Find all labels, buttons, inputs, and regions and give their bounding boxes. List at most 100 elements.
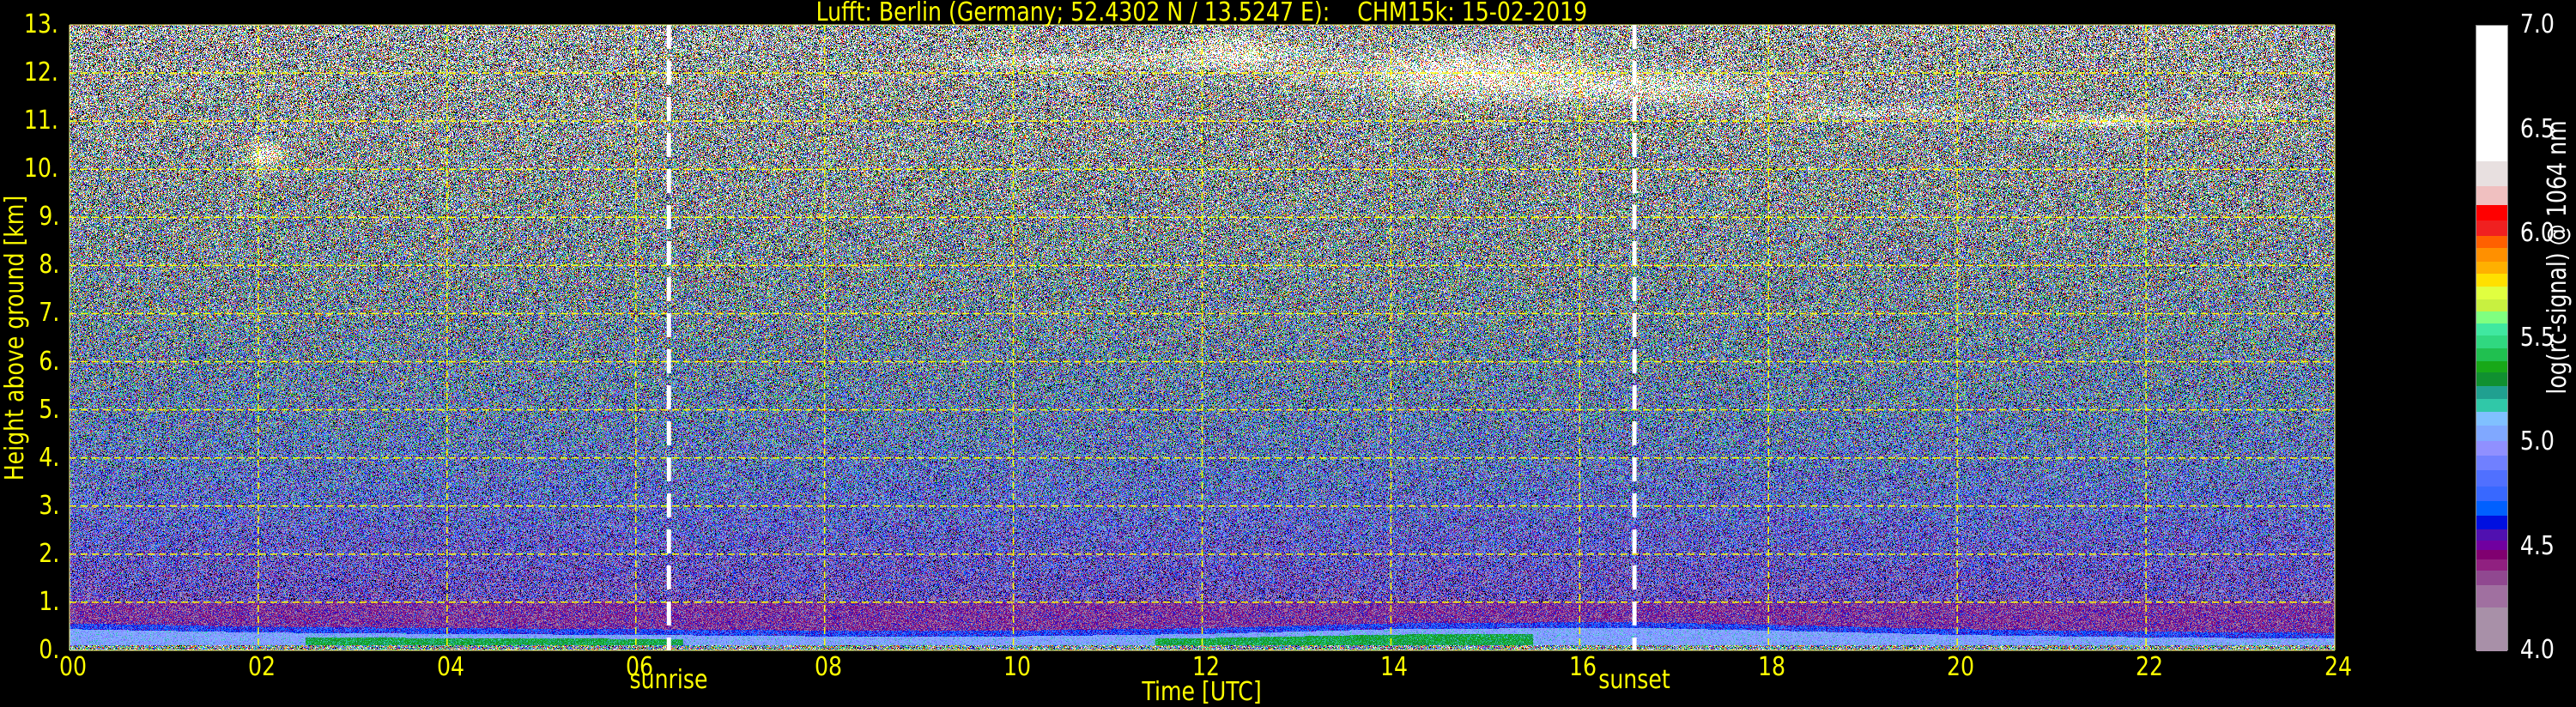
colorbar-segment bbox=[2476, 384, 2507, 399]
y-tick-label-text: 4. bbox=[39, 442, 60, 473]
y-tick-label: 11. bbox=[2, 108, 62, 134]
annotation-sunset: sunset bbox=[1591, 668, 1677, 693]
y-tick-label-text: 5. bbox=[39, 394, 60, 425]
y-tick-label-text: 6. bbox=[39, 346, 60, 377]
y-tick-label: 10. bbox=[2, 156, 62, 182]
colorbar-tick-label: 7.0 bbox=[2517, 12, 2558, 38]
colorbar-tick-label-text: 4.5 bbox=[2519, 530, 2555, 561]
colorbar-segment bbox=[2476, 271, 2507, 287]
colorbar-segment bbox=[2476, 568, 2507, 585]
colorbar-tick-label-text: 4.0 bbox=[2519, 635, 2555, 665]
colorbar-label-text: log(rc-signal) @ 1064 nm bbox=[2543, 120, 2573, 395]
x-tick-label-text: 02 bbox=[247, 652, 276, 682]
colorbar-segment bbox=[2476, 499, 2507, 516]
y-tick-label: 2. bbox=[2, 541, 62, 567]
colorbar-segment bbox=[2476, 484, 2507, 501]
y-tick-label: 0. bbox=[2, 638, 62, 663]
colorbar-tick-label: 4.0 bbox=[2517, 638, 2558, 663]
colorbar-segment bbox=[2476, 513, 2507, 530]
annotation-sunrise: sunrise bbox=[622, 668, 715, 693]
colorbar-tick-label: 5.5 bbox=[2517, 322, 2558, 353]
colorbar bbox=[2476, 25, 2508, 652]
x-tick-label: 12 bbox=[1189, 655, 1221, 680]
x-tick-label-text: 18 bbox=[1758, 652, 1786, 682]
colorbar-segment bbox=[2476, 605, 2507, 652]
y-tick-label: 8. bbox=[2, 252, 62, 278]
y-tick-label-text: 13. bbox=[24, 9, 59, 39]
x-axis-label: Time [UTC] bbox=[1130, 680, 1273, 705]
x-tick-label-text: 00 bbox=[58, 652, 88, 682]
colorbar-tick-label-text: 5.5 bbox=[2519, 322, 2555, 353]
colorbar-segment bbox=[2476, 26, 2507, 161]
x-tick-label: 10 bbox=[1000, 655, 1033, 680]
plot-overlay bbox=[69, 24, 2336, 651]
colorbar-segment bbox=[2476, 453, 2507, 471]
y-tick-label-text: 7. bbox=[39, 298, 60, 329]
x-tick-label-text: 12 bbox=[1191, 652, 1220, 682]
y-tick-label: 12. bbox=[2, 60, 62, 86]
colorbar-segment bbox=[2476, 346, 2507, 361]
colorbar-tick-label-text: 6.5 bbox=[2519, 113, 2555, 144]
y-tick-label-text: 8. bbox=[39, 250, 60, 281]
x-tick-label: 24 bbox=[2322, 655, 2355, 680]
y-tick-label-text: 2. bbox=[39, 538, 60, 569]
colorbar-segment bbox=[2476, 359, 2507, 373]
y-tick-label-text: 3. bbox=[39, 490, 60, 521]
x-tick-label-text: 22 bbox=[2136, 652, 2164, 682]
colorbar-segment bbox=[2476, 396, 2507, 413]
y-tick-label-text: 10. bbox=[24, 154, 59, 184]
y-axis-label-text: Height above ground [km] bbox=[0, 195, 30, 481]
y-tick-label-text: 0. bbox=[39, 635, 60, 665]
x-tick-label: 20 bbox=[1944, 655, 1977, 680]
colorbar-segment bbox=[2476, 371, 2507, 386]
y-tick-label: 3. bbox=[2, 490, 62, 521]
x-tick-label-text: 10 bbox=[1003, 652, 1031, 682]
chart-title: Lufft: Berlin (Germany; 52.4302 N / 13.5… bbox=[0, 0, 2403, 26]
x-tick-label-text: 04 bbox=[436, 652, 464, 682]
colorbar-segment bbox=[2476, 285, 2507, 300]
x-tick-label: 18 bbox=[1755, 655, 1788, 680]
colorbar-segment bbox=[2476, 468, 2507, 486]
colorbar-segment bbox=[2476, 202, 2507, 221]
colorbar-segment bbox=[2476, 219, 2507, 236]
y-tick-label: 7. bbox=[2, 300, 62, 326]
colorbar-tick-label-text: 6.0 bbox=[2519, 218, 2555, 248]
colorbar-segment bbox=[2476, 322, 2507, 336]
x-tick-label-text: 24 bbox=[2324, 652, 2353, 682]
x-axis-label-text: Time [UTC] bbox=[1142, 677, 1262, 707]
colorbar-segment bbox=[2476, 233, 2507, 249]
colorbar-segment bbox=[2476, 527, 2507, 541]
colorbar-segment bbox=[2476, 333, 2507, 348]
y-tick-label-text: 12. bbox=[24, 57, 59, 88]
x-tick-label-text: 14 bbox=[1380, 652, 1409, 682]
colorbar-segment bbox=[2476, 423, 2507, 441]
colorbar-segment bbox=[2476, 297, 2507, 311]
chart-title-text: Lufft: Berlin (Germany; 52.4302 N / 13.5… bbox=[815, 0, 1588, 27]
y-tick-label: 6. bbox=[2, 346, 62, 377]
y-tick-label: 1. bbox=[2, 589, 62, 615]
colorbar-tick-label-text: 5.0 bbox=[2519, 426, 2555, 456]
x-tick-label-text: 08 bbox=[814, 652, 842, 682]
colorbar-tick-label: 5.0 bbox=[2517, 429, 2558, 455]
x-tick-label: 04 bbox=[434, 655, 467, 680]
colorbar-segment bbox=[2476, 246, 2507, 262]
colorbar-segment bbox=[2476, 159, 2507, 187]
x-tick-label: 14 bbox=[1378, 655, 1410, 680]
y-tick-label: 9. bbox=[2, 204, 62, 230]
y-tick-label-text: 9. bbox=[39, 202, 60, 233]
colorbar-tick-label: 6.5 bbox=[2517, 113, 2558, 144]
x-tick-label-text: 20 bbox=[1947, 652, 1975, 682]
y-tick-label-text: 11. bbox=[24, 106, 59, 136]
colorbar-segment bbox=[2476, 309, 2507, 324]
annotation-sunset-text: sunset bbox=[1598, 665, 1670, 695]
y-tick-label: 13. bbox=[2, 12, 62, 38]
x-tick-label: 02 bbox=[245, 655, 278, 680]
colorbar-segment bbox=[2476, 259, 2507, 275]
colorbar-segment bbox=[2476, 557, 2507, 571]
colorbar-tick-label-text: 7.0 bbox=[2519, 9, 2555, 39]
y-tick-label: 5. bbox=[2, 394, 62, 425]
colorbar-segment bbox=[2476, 184, 2507, 206]
y-tick-label-text: 1. bbox=[39, 586, 60, 617]
y-tick-label: 4. bbox=[2, 442, 62, 473]
colorbar-segment bbox=[2476, 583, 2507, 607]
